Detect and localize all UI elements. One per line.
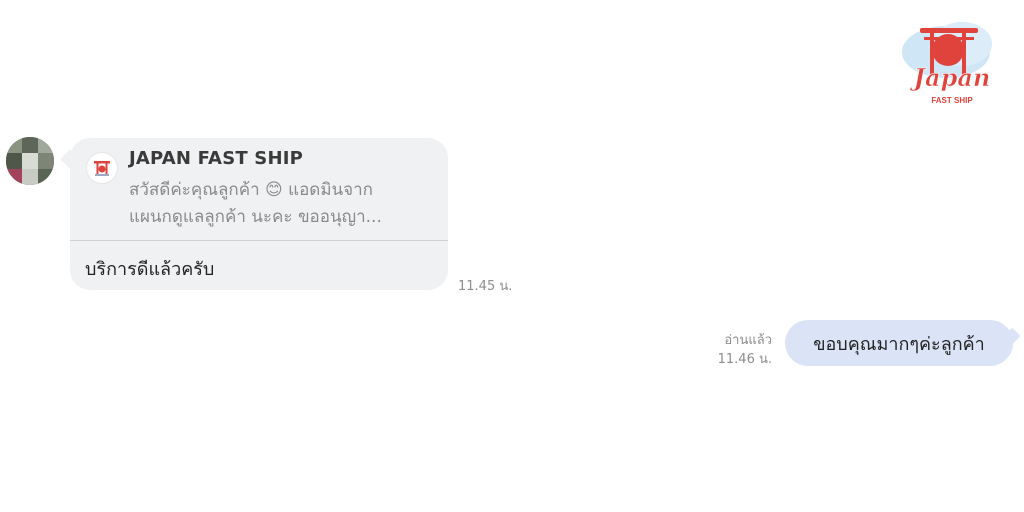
incoming-message-text: บริการดีแล้วครับ <box>85 259 215 280</box>
chat-screen: Japan FAST SHIP JAPAN FAST SHIP สวัสดีค่… <box>0 0 1024 512</box>
incoming-message-bubble[interactable]: JAPAN FAST SHIP สวัสดีค่ะคุณลูกค้า 😊 แอด… <box>70 138 448 290</box>
outgoing-message-text: ขอบคุณมากๆค่ะลูกค้า <box>813 333 985 355</box>
reply-quote-divider <box>70 240 448 241</box>
svg-text:FAST SHIP: FAST SHIP <box>931 96 973 105</box>
reply-quote-preview: สวัสดีค่ะคุณลูกค้า 😊 แอดมินจาก แผนกดูแลล… <box>129 177 434 231</box>
outgoing-message-meta: อ่านแล้ว 11.46 น. <box>718 331 772 369</box>
reply-quote-line-2: แผนกดูแลลูกค้า นะคะ ขออนุญา... <box>129 207 382 227</box>
read-status: อ่านแล้ว <box>724 333 772 348</box>
outgoing-message-time: 11.46 น. <box>717 352 772 367</box>
brand-logo: Japan FAST SHIP <box>900 10 1004 110</box>
reply-source-logo-icon <box>86 152 118 184</box>
reply-quote-line-1: สวัสดีค่ะคุณลูกค้า 😊 แอดมินจาก <box>129 180 373 200</box>
outgoing-message-bubble[interactable]: ขอบคุณมากๆค่ะลูกค้า <box>785 320 1013 366</box>
reply-quote-sender: JAPAN FAST SHIP <box>129 148 304 169</box>
contact-avatar[interactable] <box>6 137 54 185</box>
incoming-message-time: 11.45 น. <box>458 279 513 294</box>
svg-text:Japan: Japan <box>910 63 991 92</box>
